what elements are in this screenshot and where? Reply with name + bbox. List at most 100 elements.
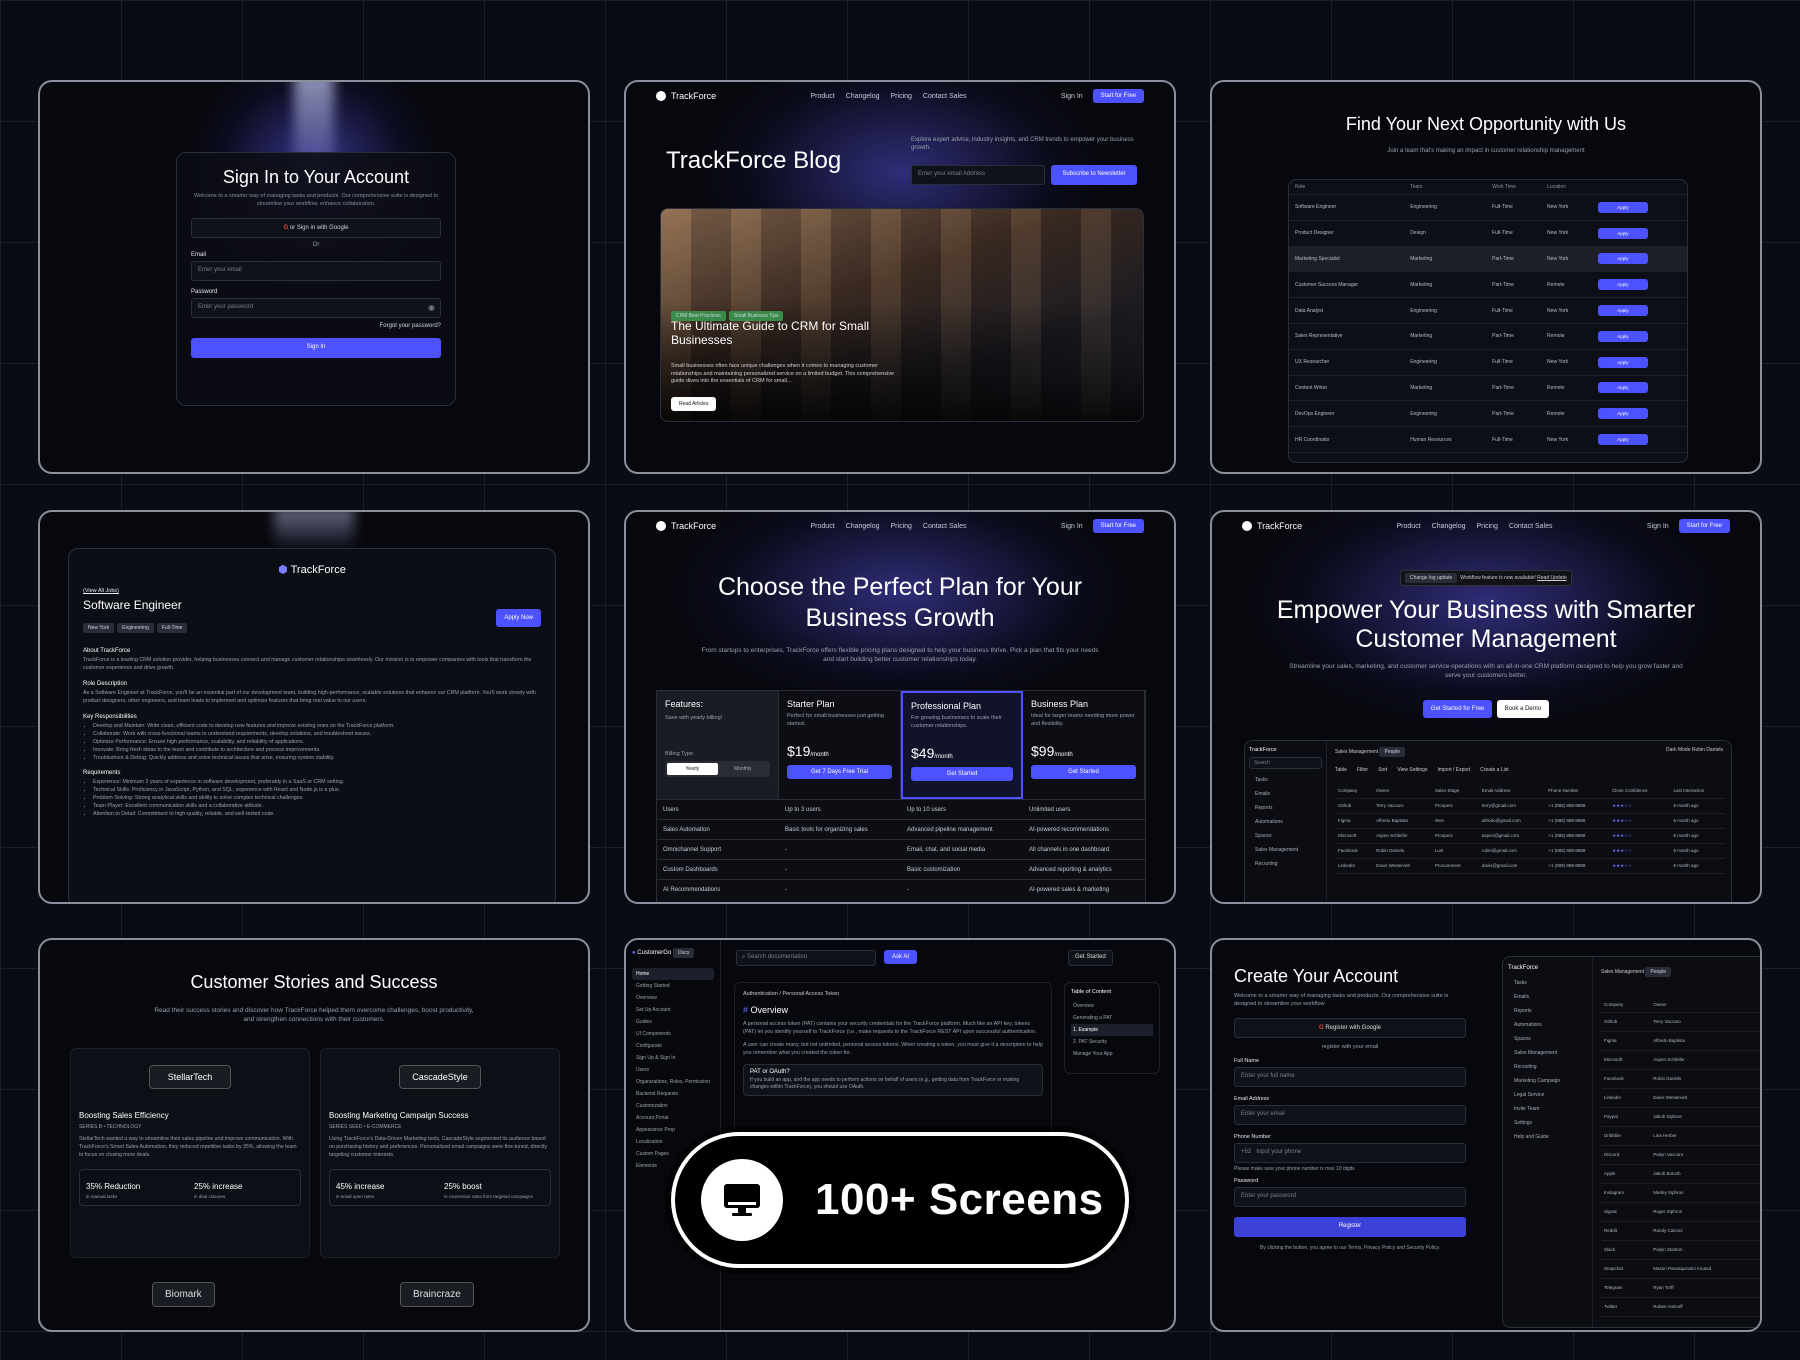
- featured-post-image[interactable]: CRM Best Practices Small Business Tips Th…: [660, 208, 1144, 422]
- sidebar-item[interactable]: Invite Team: [1508, 1102, 1587, 1116]
- sidebar-item[interactable]: Marketing Campaign: [1508, 1074, 1587, 1088]
- docs-nav-item[interactable]: Customization: [632, 1100, 714, 1112]
- toc-item[interactable]: 2. PAT Security: [1071, 1036, 1153, 1048]
- yearly-toggle[interactable]: Yearly: [667, 763, 718, 775]
- badge-link[interactable]: Read Update: [1537, 575, 1566, 581]
- nav-contact-sales[interactable]: Contact Sales: [1509, 523, 1553, 530]
- sidebar-item[interactable]: Automations: [1508, 1018, 1587, 1032]
- sidebar-item[interactable]: Sales Management: [1249, 843, 1322, 857]
- sidebar-item[interactable]: Tasks: [1508, 976, 1587, 990]
- apply-button[interactable]: Apply: [1597, 330, 1648, 342]
- toc-item[interactable]: Overview: [1071, 1000, 1153, 1012]
- apply-button[interactable]: Apply: [1597, 434, 1648, 446]
- apply-button[interactable]: Apply: [1597, 408, 1648, 420]
- story-card[interactable]: StellarTech Boosting Sales Efficiency SERI…: [70, 1048, 310, 1258]
- register-email-input[interactable]: Enter your email: [1234, 1105, 1466, 1126]
- brand-logo[interactable]: TrackForce: [1242, 521, 1302, 531]
- crumb-people[interactable]: People: [1379, 747, 1406, 757]
- user-name[interactable]: Robin Daniels: [1692, 747, 1723, 753]
- sidebar-item[interactable]: Automations: [1249, 815, 1322, 829]
- ask-ai-button[interactable]: Ask AI: [884, 950, 918, 964]
- apply-button[interactable]: Apply: [1597, 356, 1648, 368]
- nav-changelog[interactable]: Changelog: [846, 93, 880, 100]
- docs-get-started-button[interactable]: Get Started: [1068, 950, 1113, 966]
- email-input[interactable]: Enter your email: [191, 261, 441, 282]
- sidebar-item[interactable]: Reports: [1508, 1004, 1587, 1018]
- sidebar-item[interactable]: Recruiting: [1508, 1060, 1587, 1074]
- apply-button[interactable]: Apply: [1597, 382, 1648, 394]
- phone-input[interactable]: +62 Input your phone: [1234, 1143, 1466, 1164]
- crumb-sales-management[interactable]: Sales Management: [1335, 749, 1378, 755]
- docs-nav-item[interactable]: Home: [632, 968, 714, 980]
- apply-button[interactable]: Apply: [1597, 227, 1648, 239]
- nav-product[interactable]: Product: [1397, 523, 1421, 530]
- eye-icon[interactable]: ◉: [428, 303, 435, 312]
- sidebar-item[interactable]: Settings: [1508, 1116, 1587, 1130]
- nav-contact-sales[interactable]: Contact Sales: [923, 523, 967, 530]
- docs-nav-item[interactable]: Guides: [632, 1016, 714, 1028]
- crm-search[interactable]: Search: [1249, 757, 1322, 769]
- docs-nav-item[interactable]: Getting Started: [632, 980, 714, 992]
- signin-button[interactable]: Sign In: [191, 338, 441, 359]
- docs-nav-item[interactable]: UI Components: [632, 1028, 714, 1040]
- get-started-button[interactable]: Get Started for Free: [1422, 700, 1493, 718]
- crumb-authentication[interactable]: Authentication /: [743, 991, 781, 997]
- nav-changelog[interactable]: Changelog: [1432, 523, 1466, 530]
- google-signin-button[interactable]: G or Sign in with Google: [191, 218, 441, 239]
- brand-logo[interactable]: TrackForce: [656, 521, 716, 531]
- sidebar-item[interactable]: Tasks: [1249, 773, 1322, 787]
- monthly-toggle[interactable]: Monthly: [718, 763, 769, 775]
- subscribe-button[interactable]: Subscribe to Newsletter: [1051, 165, 1137, 185]
- docs-nav-item[interactable]: Sign Up & Sign In: [632, 1052, 714, 1064]
- docs-nav-item[interactable]: Set Up Account: [632, 1004, 714, 1016]
- nav-start-free-button[interactable]: Start for Free: [1678, 519, 1730, 533]
- sidebar-item[interactable]: Spaces: [1249, 829, 1322, 843]
- toolbar-button[interactable]: Filter: [1357, 767, 1368, 773]
- toc-item[interactable]: 1. Example: [1071, 1024, 1153, 1036]
- sidebar-item[interactable]: Legal Service: [1508, 1088, 1587, 1102]
- nav-signin[interactable]: Sign In: [1647, 523, 1669, 530]
- register-button[interactable]: Register: [1234, 1217, 1466, 1238]
- sidebar-item[interactable]: Recruiting: [1249, 857, 1322, 871]
- brand-logo[interactable]: TrackForce: [656, 91, 716, 101]
- forgot-password-link[interactable]: Forgot your password?: [191, 323, 441, 329]
- nav-pricing[interactable]: Pricing: [891, 93, 912, 100]
- nav-pricing[interactable]: Pricing: [891, 523, 912, 530]
- apply-button[interactable]: Apply: [1597, 305, 1648, 317]
- nav-product[interactable]: Product: [811, 523, 835, 530]
- docs-search-input[interactable]: ⌕ Search documentation: [736, 950, 876, 966]
- dark-mode-toggle[interactable]: Dark Mode: [1666, 747, 1690, 753]
- app-crumb[interactable]: Sales Management: [1601, 969, 1644, 975]
- read-articles-button[interactable]: Read Articles: [671, 397, 717, 411]
- nav-product[interactable]: Product: [811, 93, 835, 100]
- apply-now-button[interactable]: Apply Now: [496, 609, 541, 627]
- docs-nav-item[interactable]: Account Portal: [632, 1112, 714, 1124]
- apply-button[interactable]: Apply: [1597, 253, 1648, 265]
- plan-cta-button[interactable]: Get 7 Days Free Trial: [787, 765, 892, 779]
- docs-nav-item[interactable]: Appearance Prop: [632, 1124, 714, 1136]
- nav-signin[interactable]: Sign In: [1061, 93, 1083, 100]
- docs-nav-item[interactable]: Configurate: [632, 1040, 714, 1052]
- sidebar-item[interactable]: Sales Management: [1508, 1046, 1587, 1060]
- country-code[interactable]: +62: [1241, 1149, 1251, 1155]
- toc-item[interactable]: Generating a PAT: [1071, 1012, 1153, 1024]
- password-input[interactable]: Enter your password ◉: [191, 298, 441, 319]
- toolbar-button[interactable]: View Settings: [1397, 767, 1427, 773]
- nav-changelog[interactable]: Changelog: [846, 523, 880, 530]
- sidebar-item[interactable]: Spaces: [1508, 1032, 1587, 1046]
- toolbar-button[interactable]: Import / Export: [1437, 767, 1470, 773]
- app-people[interactable]: People: [1645, 967, 1672, 977]
- full-name-input[interactable]: Enter your full name: [1234, 1067, 1466, 1088]
- view-all-jobs-link[interactable]: (View All Jobs): [83, 588, 541, 594]
- book-demo-button[interactable]: Book a Demo: [1496, 700, 1550, 718]
- nav-start-free-button[interactable]: Start for Free: [1092, 89, 1144, 103]
- toc-item[interactable]: Manage Your App: [1071, 1048, 1153, 1060]
- changelog-badge[interactable]: Change log update Workflow feature is now…: [1400, 570, 1572, 586]
- story-card[interactable]: CascadeStyle Boosting Marketing Campaign …: [320, 1048, 560, 1258]
- docs-nav-item[interactable]: Organizations, Roles, Permission: [632, 1076, 714, 1088]
- docs-nav-item[interactable]: Overview: [632, 992, 714, 1004]
- apply-button[interactable]: Apply: [1597, 279, 1648, 291]
- nav-pricing[interactable]: Pricing: [1477, 523, 1498, 530]
- google-register-button[interactable]: G Register with Google: [1234, 1018, 1466, 1039]
- docs-nav-item[interactable]: Backend Requests: [632, 1088, 714, 1100]
